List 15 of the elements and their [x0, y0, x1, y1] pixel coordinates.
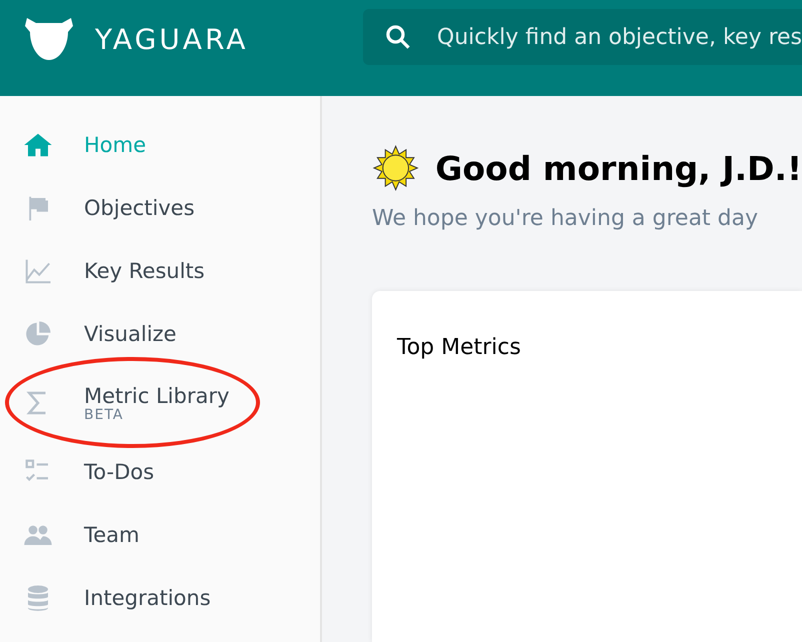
search-field[interactable]: Quickly find an objective, key res [363, 9, 802, 65]
sidebar-item[interactable]: Integrations [0, 566, 320, 629]
jaguar-head-icon [23, 16, 75, 62]
card-title: Top Metrics [397, 335, 522, 360]
sun-icon [372, 144, 420, 192]
greeting-subtitle: We hope you're having a great day [372, 206, 760, 231]
sidebar-item[interactable]: Metric Library BETA [0, 365, 320, 440]
beta-label: BETA [84, 408, 124, 422]
sidebar-item[interactable]: Objectives [0, 176, 320, 239]
brand-name: YAGUARA [95, 22, 248, 56]
sidebar-item[interactable]: Key Results [0, 239, 320, 302]
sidebar-item[interactable]: To-Dos [0, 440, 320, 503]
sidebar-item[interactable]: Team [0, 503, 320, 566]
sidebar-item[interactable]: Visualize [0, 302, 320, 365]
greeting-heading: Good morning, J.D.! [435, 148, 802, 188]
